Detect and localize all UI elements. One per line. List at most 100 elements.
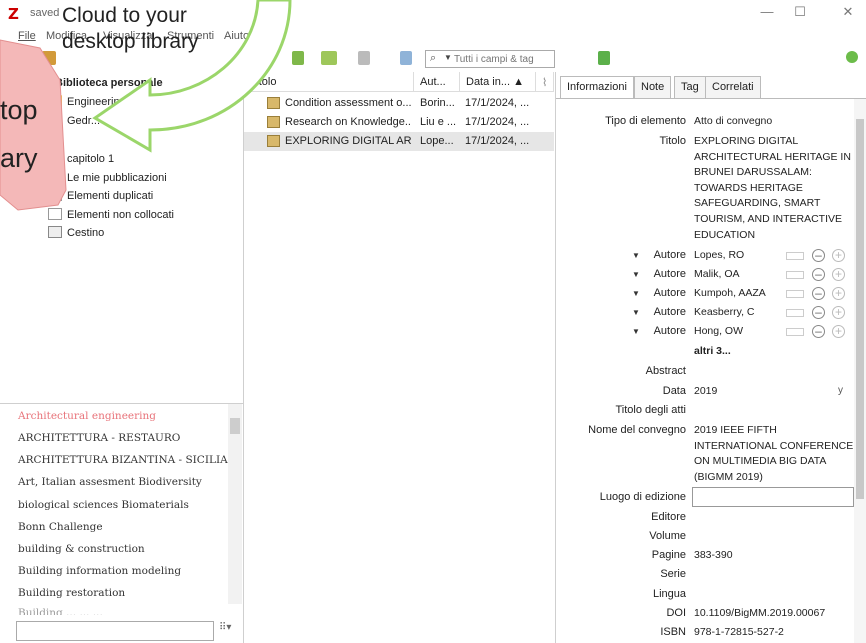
tag-item[interactable]: Building restoration: [18, 587, 125, 599]
place-input[interactable]: [692, 487, 854, 507]
add-author-icon[interactable]: +: [832, 249, 845, 262]
label-doi: DOI: [666, 607, 686, 619]
add-author-icon[interactable]: +: [832, 268, 845, 281]
sync-icon[interactable]: [846, 51, 858, 63]
creator-type-dropdown[interactable]: ▼: [632, 251, 640, 260]
folder-icon: [48, 152, 62, 164]
value-pages[interactable]: 383-390: [694, 548, 854, 564]
value-doi[interactable]: 10.1109/BigMM.2019.00067: [694, 606, 854, 622]
tag-item[interactable]: Architectural engineering: [18, 410, 156, 422]
locate-icon[interactable]: [598, 51, 610, 65]
tag-item[interactable]: Bonn Challenge: [18, 521, 103, 533]
label-isbn: ISBN: [660, 626, 686, 638]
author-controls: – +: [786, 249, 856, 263]
add-by-identifier-icon[interactable]: [292, 51, 304, 65]
remove-author-icon[interactable]: –: [812, 325, 825, 338]
new-collection-icon[interactable]: [22, 51, 38, 65]
tab-related[interactable]: Correlati: [705, 76, 761, 98]
label-author: Autore: [653, 249, 686, 261]
item-pane: Informazioni Note Tag Correlati Tipo di …: [555, 72, 866, 643]
tag-item[interactable]: Art, Italian assesment Biodiversity: [18, 476, 202, 488]
label-conference-name: Nome del convegno: [588, 424, 686, 436]
remove-author-icon[interactable]: –: [812, 287, 825, 300]
search-mode-dropdown[interactable]: ▼: [444, 53, 452, 62]
item-tabs: Informazioni Note Tag Correlati: [556, 72, 866, 98]
items-pane: Titolo Aut... Data in... ▲ ⌇ Condition a…: [244, 72, 554, 643]
menu-tools[interactable]: Strumenti: [167, 30, 214, 42]
value-date[interactable]: 2019: [694, 384, 854, 400]
value-isbn[interactable]: 978-1-72815-527-2: [694, 625, 854, 641]
window-title: saved: [30, 7, 60, 19]
collection-my-publications[interactable]: Le mie pubblicazioni: [48, 171, 167, 189]
column-author[interactable]: Aut...: [414, 72, 460, 92]
add-author-icon[interactable]: +: [832, 306, 845, 319]
minimize-button[interactable]: —: [752, 4, 782, 22]
collection-duplicates[interactable]: Elementi duplicati: [48, 189, 153, 207]
value-conference-name[interactable]: 2019 IEEE FIFTH INTERNATIONAL CONFERENCE…: [694, 423, 854, 485]
remove-author-icon[interactable]: –: [812, 268, 825, 281]
label-pages: Pagine: [651, 549, 686, 561]
menu-help[interactable]: Aiuto: [224, 30, 249, 42]
unfiled-icon: [48, 208, 62, 220]
table-row[interactable]: Research on Knowledge... Liu e ... 17/1/…: [244, 113, 554, 132]
tag-item[interactable]: ARCHITETTURA BIZANTINA - SICILIA: [18, 454, 228, 466]
menu-view[interactable]: Visualizza: [103, 30, 152, 42]
new-item-icon[interactable]: [258, 51, 274, 65]
table-row[interactable]: Condition assessment o... Borin... 17/1/…: [244, 94, 554, 113]
collection-unfiled[interactable]: Elementi non collocati: [48, 208, 174, 226]
close-button[interactable]: ✕: [833, 4, 863, 22]
label-author: Autore: [653, 325, 686, 337]
collection-gedr[interactable]: Gedr...: [48, 114, 100, 132]
tab-tags[interactable]: Tag: [674, 76, 706, 98]
value-item-type[interactable]: Atto di convegno: [694, 114, 854, 130]
tag-filter-input[interactable]: [16, 621, 214, 641]
tag-item[interactable]: biological sciences Biomaterials: [18, 499, 189, 511]
label-place: Luogo di edizione: [599, 491, 686, 503]
column-date-added[interactable]: Data in... ▲: [460, 72, 536, 92]
add-author-icon[interactable]: +: [832, 325, 845, 338]
tag-actions-button[interactable]: ⠿▾: [219, 622, 241, 640]
label-proceedings-title: Titolo degli atti: [615, 404, 686, 416]
add-author-icon[interactable]: +: [832, 287, 845, 300]
collection-engineering-village[interactable]: Engineering_Village_BIB_2023: [48, 95, 219, 113]
advanced-search-icon[interactable]: [400, 51, 412, 65]
attachment-icon[interactable]: [358, 51, 370, 65]
menu-file[interactable]: File: [18, 30, 36, 42]
new-note-icon[interactable]: [321, 51, 337, 65]
search-input[interactable]: [454, 52, 552, 66]
remove-author-icon[interactable]: –: [812, 249, 825, 262]
info-scrollbar[interactable]: [854, 99, 866, 643]
folder-icon: [48, 114, 62, 126]
tab-info[interactable]: Informazioni: [560, 76, 634, 98]
author-controls: – +: [786, 325, 856, 339]
collection-trash[interactable]: Cestino: [48, 226, 104, 244]
search-field[interactable]: ⌕ ▼: [425, 50, 555, 68]
value-title[interactable]: EXPLORING DIGITAL ARCHITECTURAL HERITAGE…: [694, 134, 854, 243]
tag-scrollbar[interactable]: [228, 404, 242, 604]
column-title[interactable]: Titolo: [244, 72, 414, 92]
new-library-icon[interactable]: [42, 51, 56, 65]
label-date: Data: [662, 385, 686, 397]
tag-item[interactable]: building & construction: [18, 543, 145, 555]
tag-item[interactable]: Building information modeling: [18, 565, 181, 577]
creator-type-dropdown[interactable]: ▼: [632, 270, 640, 279]
attachment-column-icon[interactable]: ⌇: [536, 72, 554, 92]
folder-icon: [48, 95, 62, 107]
conference-paper-icon: [267, 97, 280, 109]
label-author: Autore: [653, 268, 686, 280]
creator-type-dropdown[interactable]: ▼: [632, 327, 640, 336]
menu-edit[interactable]: Modifica: [46, 30, 87, 42]
collection-my-library[interactable]: Biblioteca personale: [36, 76, 163, 94]
table-row[interactable]: EXPLORING DIGITAL AR... Lope... 17/1/202…: [244, 132, 554, 151]
tab-notes[interactable]: Note: [634, 76, 672, 98]
tag-item[interactable]: ARCHITETTURA - RESTAURO: [18, 432, 180, 444]
tag-item[interactable]: Building ... ... ...: [18, 607, 103, 615]
maximize-button[interactable]: ☐: [785, 4, 815, 22]
creator-type-dropdown[interactable]: ▼: [632, 289, 640, 298]
creator-type-dropdown[interactable]: ▼: [632, 308, 640, 317]
remove-author-icon[interactable]: –: [812, 306, 825, 319]
publications-icon: [48, 171, 62, 183]
more-authors-link[interactable]: altri 3...: [694, 344, 854, 360]
date-format-indicator: y: [838, 385, 843, 396]
collection-capitolo-1[interactable]: capitolo 1: [48, 152, 114, 170]
